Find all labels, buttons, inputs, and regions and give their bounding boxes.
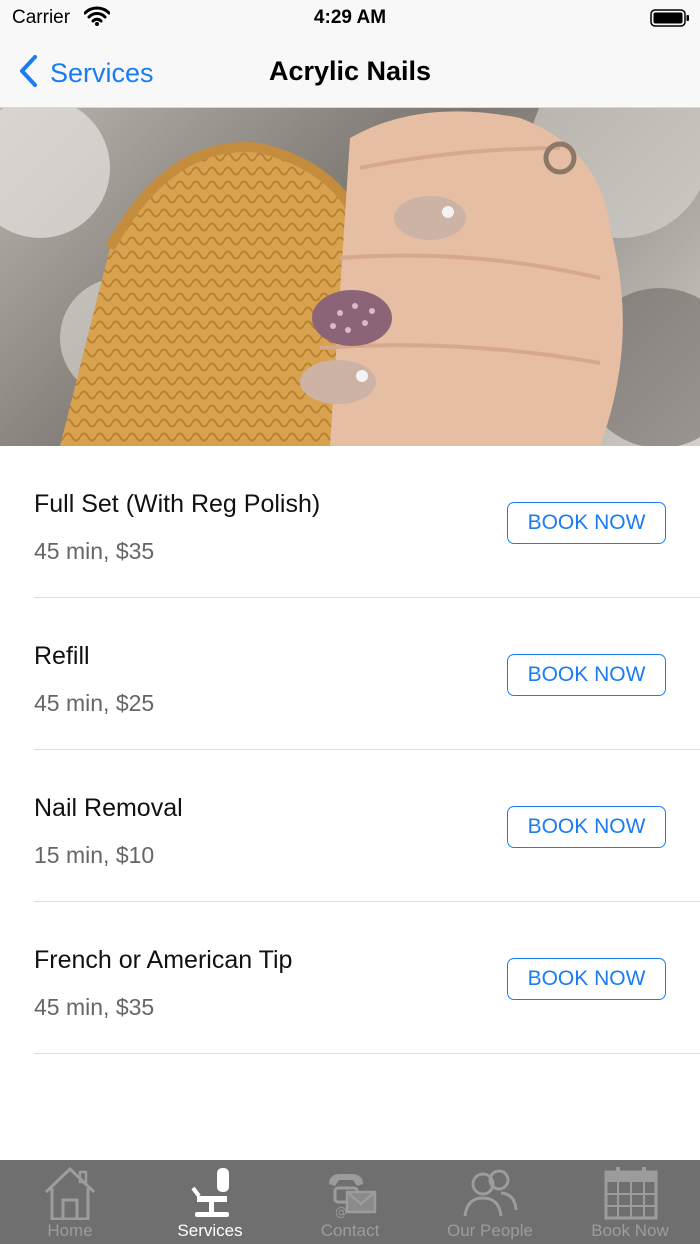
service-duration-price: 45 min, $25	[34, 690, 155, 716]
tab-home[interactable]: Home	[0, 1160, 140, 1244]
svg-text:@: @	[335, 1205, 347, 1219]
navigation-bar: Services Acrylic Nails	[0, 36, 700, 108]
status-time: 4:29 AM	[313, 7, 387, 28]
battery-icon	[650, 9, 690, 27]
list-item: Full Set (With Reg Polish) 45 min, $35 B…	[0, 446, 700, 598]
service-name: Refill	[34, 642, 90, 670]
book-now-button[interactable]: BOOK NOW	[507, 806, 666, 848]
tab-label: Contact	[320, 1221, 380, 1240]
list-item: French or American Tip 45 min, $35 BOOK …	[0, 902, 700, 1054]
service-duration-price: 45 min, $35	[34, 538, 155, 564]
tab-label: Home	[47, 1221, 93, 1240]
service-duration-price: 45 min, $35	[34, 994, 155, 1020]
page-title: Acrylic Nails	[268, 56, 432, 86]
book-now-button[interactable]: BOOK NOW	[507, 958, 666, 1000]
tab-label: Our People	[447, 1221, 533, 1240]
tab-services[interactable]: Services	[140, 1160, 280, 1244]
tab-label: Services	[177, 1221, 243, 1240]
status-bar: Carrier 4:29 AM	[0, 0, 700, 36]
service-name: French or American Tip	[34, 946, 293, 974]
tab-book-now[interactable]: Book Now	[560, 1160, 700, 1244]
hero-image	[0, 108, 700, 446]
divider	[34, 1053, 700, 1054]
service-name: Nail Removal	[34, 794, 183, 822]
book-now-button[interactable]: BOOK NOW	[507, 502, 666, 544]
list-item: Nail Removal 15 min, $10 BOOK NOW	[0, 750, 700, 902]
tab-bar: Home Services @ Contact Our People Book …	[0, 1160, 700, 1244]
service-duration-price: 15 min, $10	[34, 842, 155, 868]
tab-our-people[interactable]: Our People	[420, 1160, 560, 1244]
tab-contact[interactable]: @ Contact	[280, 1160, 420, 1244]
tab-label: Book Now	[591, 1221, 669, 1240]
service-name: Full Set (With Reg Polish)	[34, 490, 321, 518]
book-now-button[interactable]: BOOK NOW	[507, 654, 666, 696]
services-list: Full Set (With Reg Polish) 45 min, $35 B…	[0, 446, 700, 1054]
list-item: Refill 45 min, $25 BOOK NOW	[0, 598, 700, 750]
